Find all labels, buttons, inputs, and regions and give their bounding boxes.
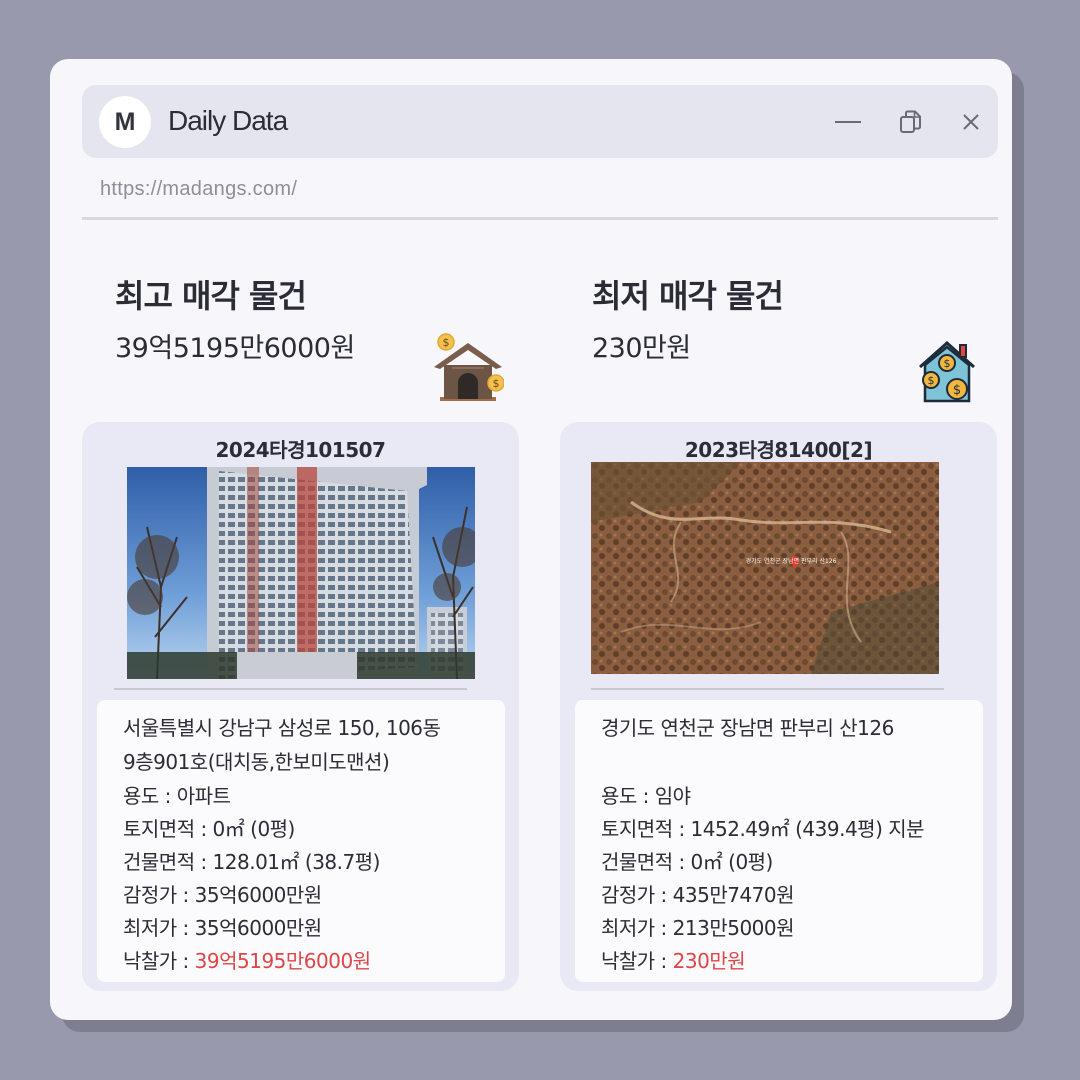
- svg-text:$: $: [443, 336, 450, 349]
- case-number: 2023타경81400[2]: [684, 438, 873, 462]
- lowest-heading: 최저 매각 물건: [592, 277, 784, 315]
- url-text[interactable]: https://madangs.com/: [100, 178, 297, 201]
- aerial-forest-map-photo: 경기도 연천군 장남면 판부리 산126: [591, 462, 939, 674]
- building-area: 건물면적 : 128.01㎡ (38.7평): [123, 850, 380, 874]
- property-details: 서울특별시 강남구 삼성로 150, 106동 9층901호(대치동,한보미도맨…: [97, 700, 505, 982]
- land-area: 토지면적 : 0㎡ (0평): [123, 817, 295, 841]
- minimum-price: 최저가 : 35억6000만원: [123, 916, 322, 940]
- close-button[interactable]: [955, 107, 987, 137]
- address-line1: 경기도 연천군 장남면 판부리 산126: [601, 716, 894, 740]
- property-details: 경기도 연천군 장남면 판부리 산126 용도 : 임야 토지면적 : 1452…: [575, 700, 983, 982]
- restore-icon: [900, 110, 921, 133]
- usage: 용도 : 임야: [601, 784, 691, 808]
- map-label: 경기도 연천군 장남면 판부리 산126: [746, 557, 837, 565]
- svg-text:$: $: [928, 374, 935, 387]
- apartment-building-photo: [127, 467, 475, 679]
- minimize-icon: [835, 121, 861, 123]
- highest-price: 39억5195만6000원: [115, 333, 355, 364]
- usage: 용도 : 아파트: [123, 784, 231, 808]
- app-title: Daily Data: [168, 105, 288, 136]
- svg-text:$: $: [493, 377, 500, 390]
- highest-property-card[interactable]: 2024타경101507 서울특별시 강남구 삼성로 150, 106동 9층9…: [82, 422, 519, 991]
- app-window: M Daily Data https://madangs.com/ 최고 매각 …: [50, 59, 1012, 1020]
- winning-bid-label: 낙찰가 :: [601, 949, 673, 973]
- house-with-coins-icon: $ $ $: [919, 340, 975, 403]
- highest-heading: 최고 매각 물건: [115, 277, 307, 315]
- close-icon: [963, 114, 979, 130]
- building-area: 건물면적 : 0㎡ (0평): [601, 850, 773, 874]
- winning-bid: 낙찰가 : 39억5195만6000원: [123, 945, 371, 974]
- appraisal-price: 감정가 : 35억6000만원: [123, 883, 322, 907]
- minimum-price: 최저가 : 213만5000원: [601, 916, 795, 940]
- svg-text:$: $: [953, 383, 961, 398]
- card-divider: [591, 688, 944, 690]
- winning-bid-value: 230만원: [672, 949, 746, 973]
- land-area: 토지면적 : 1452.49㎡ (439.4평) 지분: [601, 817, 925, 841]
- case-number: 2024타경101507: [215, 438, 386, 462]
- appraisal-price: 감정가 : 435만7470원: [601, 883, 795, 907]
- card-divider: [114, 688, 467, 690]
- house-with-coins-icon: $ $: [434, 333, 504, 401]
- winning-bid: 낙찰가 : 230만원: [601, 945, 746, 974]
- title-bar: M Daily Data: [82, 85, 998, 158]
- app-logo: M: [99, 96, 151, 148]
- restore-button[interactable]: [895, 107, 927, 137]
- address-line1: 서울특별시 강남구 삼성로 150, 106동: [123, 716, 441, 740]
- lowest-property-card[interactable]: 2023타경81400[2] 경기도 연천군 장남면 판부리 산126 경기도 …: [560, 422, 997, 991]
- winning-bid-label: 낙찰가 :: [123, 949, 195, 973]
- lowest-price: 230만원: [592, 333, 691, 364]
- header-divider: [82, 217, 998, 220]
- svg-text:$: $: [944, 357, 951, 370]
- minimize-button[interactable]: [832, 107, 864, 137]
- address-line2: 9층901호(대치동,한보미도맨션): [123, 750, 390, 774]
- winning-bid-value: 39억5195만6000원: [194, 949, 371, 973]
